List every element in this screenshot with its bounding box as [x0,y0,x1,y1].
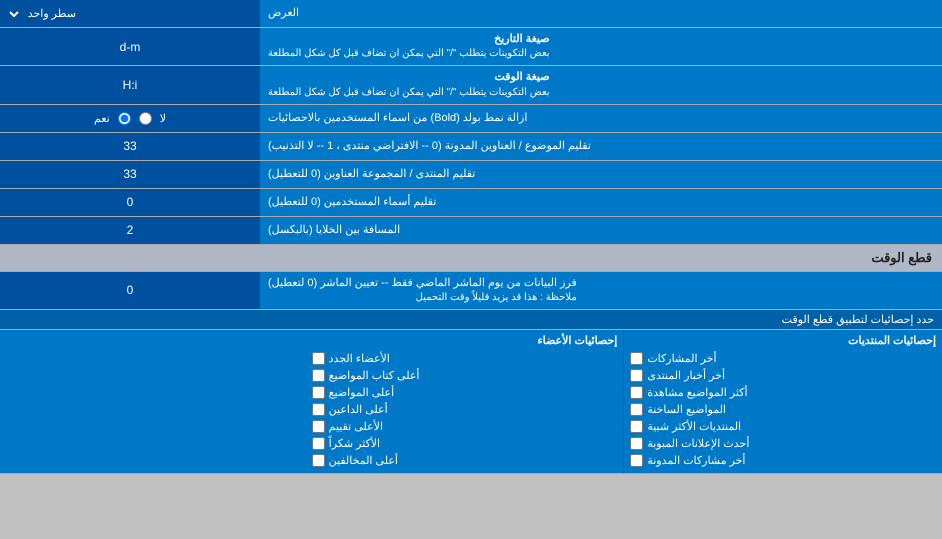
time-format-label: صيغة الوقت بعض التكوينات يتطلب "/" التي … [260,66,942,103]
checkbox-top-topics: أعلى المواضيع [312,384,618,401]
spacing-input-container[interactable] [0,217,260,244]
checkbox-top-violators: أعلى المخالفين [312,452,618,469]
checkbox-most-thanks-cb[interactable] [312,437,325,450]
checkbox-latest-ads[interactable] [630,437,643,450]
bold-label: ازالة نمط بولد (Bold) من اسماء المستخدمي… [260,105,942,132]
forum-trim-label: تقليم المنتدى / المجموعة العناوين (0 للت… [260,161,942,188]
checkbox-top-rated-cb[interactable] [312,420,325,433]
members-stats-col: إحصائيات الأعضاء الأعضاء الجدد أعلى كتاب… [306,330,624,473]
checkbox-item-1: أخر المشاركات [630,350,936,367]
stats-cutoff-section: حدد إحصائيات لتطبيق قطع الوقت إحصائيات ا… [0,310,942,474]
single-line-select[interactable]: سطر واحد [6,5,85,23]
users-trim-row: تقليم أسماء المستخدمين (0 للتعطيل) [0,189,942,217]
date-format-row: صيغة التاريخ بعض التكوينات يتطلب "/" الت… [0,28,942,66]
forums-stats-col: إحصائيات المنتديات أخر المشاركات أخر أخب… [624,330,942,473]
checkbox-new-members-cb[interactable] [312,352,325,365]
cutoff-input[interactable] [6,283,254,297]
bold-no-radio[interactable] [139,112,152,125]
checkbox-last-blog[interactable] [630,454,643,467]
display-row: العرض سطر واحد [0,0,942,28]
cutoff-section-header: قطع الوقت [0,245,942,272]
checkbox-item-2: أخر أخبار المنتدى [630,367,936,384]
bold-radio-container[interactable]: لا نعم [0,105,260,132]
checkbox-most-thanks: الأكثر شكراً [312,435,618,452]
checkbox-item-3: أكثر المواضيع مشاهدة [630,384,936,401]
time-format-row: صيغة الوقت بعض التكوينات يتطلب "/" التي … [0,66,942,104]
single-line-select-container[interactable]: سطر واحد [0,0,260,27]
bold-yes-radio[interactable] [118,112,131,125]
cutoff-label: فرز البيانات من يوم الماشر الماضي فقط --… [260,272,942,309]
topics-trim-input[interactable] [6,139,254,153]
date-format-label: صيغة التاريخ بعض التكوينات يتطلب "/" الت… [260,28,942,65]
users-trim-input[interactable] [6,195,254,209]
checkbox-hot-topics[interactable] [630,403,643,416]
checkbox-item-4: المواضيع الساخنة [630,401,936,418]
time-format-input-container[interactable] [0,66,260,103]
cutoff-input-container[interactable] [0,272,260,309]
checkbox-top-invitors: أعلى الداعين [312,401,618,418]
checkbox-top-writers-cb[interactable] [312,369,325,382]
display-label: العرض [260,0,942,27]
spacing-row: المسافة بين الخلايا (بالبكسل) [0,217,942,245]
members-stats-title: إحصائيات الأعضاء [312,334,618,350]
users-trim-label: تقليم أسماء المستخدمين (0 للتعطيل) [260,189,942,216]
checkbox-top-writers: أعلى كتاب المواضيع [312,367,618,384]
date-format-input-container[interactable] [0,28,260,65]
checkbox-item-7: أخر مشاركات المدونة [630,452,936,469]
users-trim-input-container[interactable] [0,189,260,216]
bold-row: ازالة نمط بولد (Bold) من اسماء المستخدمي… [0,105,942,133]
checkbox-item-6: أحدث الإعلانات المبوبة [630,435,936,452]
checkbox-most-viewed[interactable] [630,386,643,399]
col-divider [623,330,624,473]
stats-cutoff-title: حدد إحصائيات لتطبيق قطع الوقت [8,313,934,326]
checkbox-top-violators-cb[interactable] [312,454,325,467]
bold-yes-label: نعم [94,112,110,125]
stats-empty-col [0,330,306,473]
topics-trim-row: تقليم الموضوع / العناوين المدونة (0 -- ا… [0,133,942,161]
time-format-input[interactable] [6,78,254,92]
stats-cutoff-header: حدد إحصائيات لتطبيق قطع الوقت [0,310,942,330]
checkbox-last-posts[interactable] [630,352,643,365]
checkboxes-grid: إحصائيات المنتديات أخر المشاركات أخر أخب… [0,330,942,473]
date-format-input[interactable] [6,40,254,54]
forum-trim-input[interactable] [6,167,254,181]
bold-no-label: لا [160,112,166,125]
checkbox-last-news[interactable] [630,369,643,382]
checkbox-top-rated: الأعلى تقييم [312,418,618,435]
spacing-input[interactable] [6,223,254,237]
forum-trim-input-container[interactable] [0,161,260,188]
checkbox-most-popular[interactable] [630,420,643,433]
checkbox-top-invitors-cb[interactable] [312,403,325,416]
cutoff-row: فرز البيانات من يوم الماشر الماضي فقط --… [0,272,942,310]
spacing-label: المسافة بين الخلايا (بالبكسل) [260,217,942,244]
checkbox-top-topics-cb[interactable] [312,386,325,399]
topics-trim-input-container[interactable] [0,133,260,160]
checkbox-new-members: الأعضاء الجدد [312,350,618,367]
checkbox-item-5: المنتديات الأكثر شبية [630,418,936,435]
forums-stats-title: إحصائيات المنتديات [630,334,936,350]
topics-trim-label: تقليم الموضوع / العناوين المدونة (0 -- ا… [260,133,942,160]
forum-trim-row: تقليم المنتدى / المجموعة العناوين (0 للت… [0,161,942,189]
